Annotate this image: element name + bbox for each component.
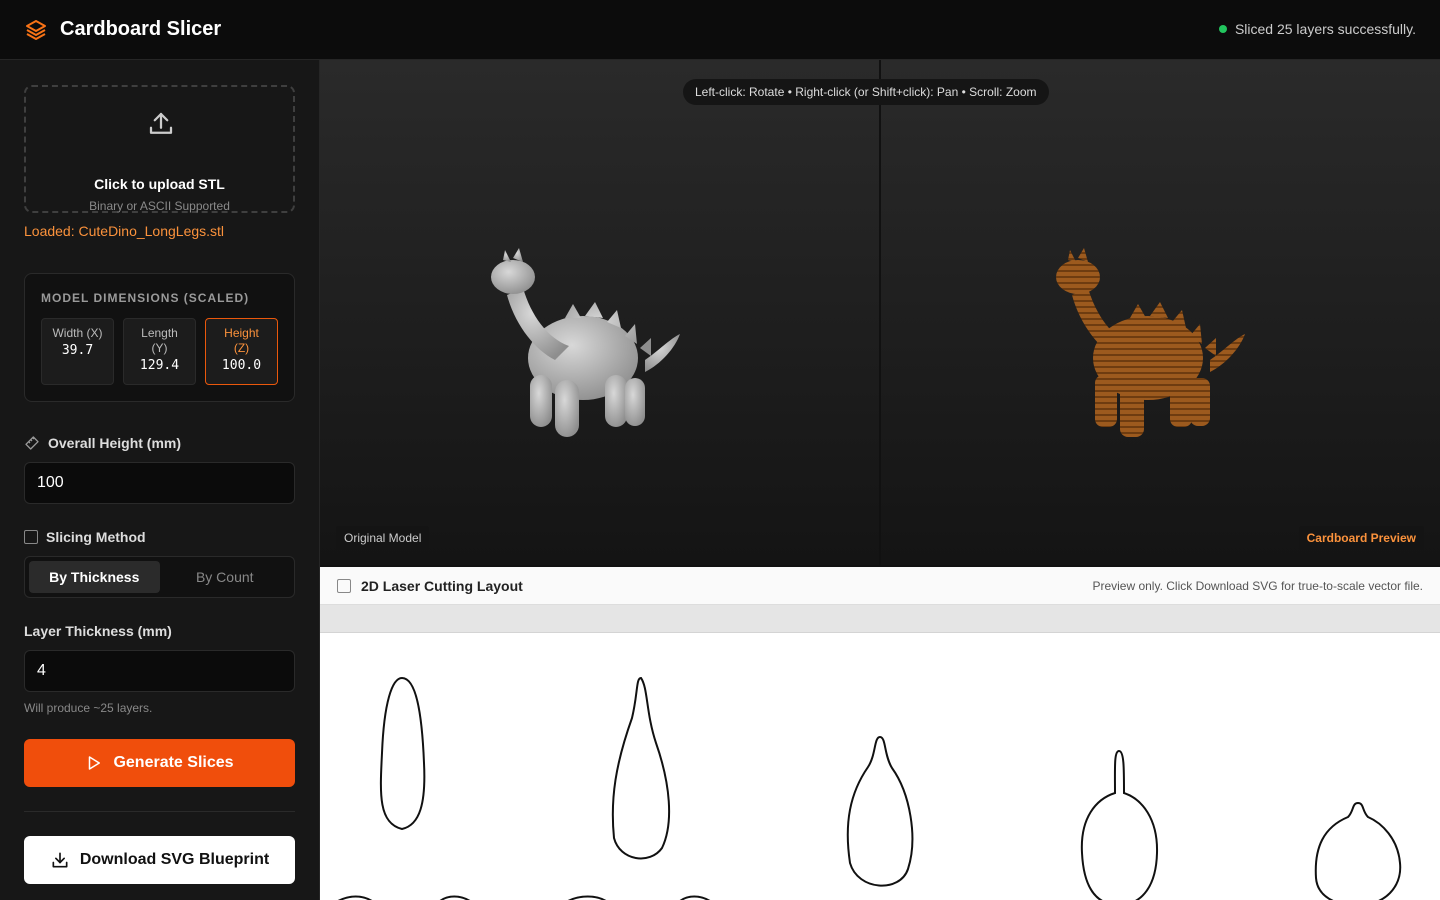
layout-header: 2D Laser Cutting Layout Preview only. Cl… — [320, 567, 1440, 605]
layout-toolbar-strip — [320, 605, 1440, 633]
slice-outline — [846, 735, 914, 887]
view-divider — [879, 60, 881, 565]
by-thickness-button[interactable]: By Thickness — [29, 561, 160, 593]
dimension-label: Width (X) — [52, 326, 103, 340]
upload-icon — [146, 109, 176, 144]
dimension-value: 100.0 — [221, 358, 262, 373]
model-dimensions-panel: MODEL DIMENSIONS (SCALED) Width (X) 39.7… — [24, 273, 295, 402]
status-dot-icon — [1218, 25, 1227, 33]
layer-count-hint: Will produce ~25 layers. — [24, 701, 153, 715]
upload-subtitle: Binary or ASCII Supported — [89, 199, 230, 213]
slice-outline — [379, 676, 426, 831]
original-model-tag: Original Model — [336, 526, 430, 550]
upload-title: Click to upload STL — [94, 176, 225, 192]
upload-dropzone[interactable]: Click to upload STL Binary or ASCII Supp… — [24, 85, 295, 213]
controls-help: Left-click: Rotate • Right-click (or Shi… — [683, 79, 1049, 105]
dimension-width: Width (X) 39.7 — [41, 318, 114, 385]
overall-height-label: Overall Height (mm) — [24, 435, 181, 451]
top-bar: Cardboard Slicer Sliced 25 layers succes… — [0, 0, 1440, 60]
slice-outline — [1080, 749, 1159, 900]
layout-title: 2D Laser Cutting Layout — [361, 577, 523, 594]
cardboard-preview-dino — [1056, 248, 1245, 437]
play-icon — [85, 754, 103, 772]
checkbox-icon — [24, 530, 38, 544]
generate-slices-button[interactable]: Generate Slices — [24, 739, 295, 787]
checkbox-icon[interactable] — [337, 578, 351, 593]
ruler-icon — [24, 435, 40, 451]
overall-height-label-text: Overall Height (mm) — [48, 435, 182, 451]
dimension-label: Height (Z) — [224, 326, 259, 355]
dimension-length: Length (Y) 129.4 — [123, 318, 196, 385]
slice-outline — [1314, 801, 1402, 900]
generate-slices-label: Generate Slices — [113, 754, 234, 771]
slice-outline — [611, 676, 671, 860]
sidebar: Click to upload STL Binary or ASCII Supp… — [0, 60, 320, 900]
slice-outline — [337, 895, 711, 900]
original-model-dino — [491, 248, 680, 437]
download-svg-button[interactable]: Download SVG Blueprint — [24, 836, 295, 884]
slice-outlines — [337, 676, 1402, 900]
divider — [24, 811, 295, 812]
by-count-button[interactable]: By Count — [160, 561, 291, 593]
loaded-file: Loaded: CuteDino_LongLegs.stl — [24, 223, 225, 239]
dimension-value: 39.7 — [61, 343, 94, 358]
overall-height-input[interactable]: 100 — [24, 462, 295, 504]
layout-note: Preview only. Click Download SVG for tru… — [1092, 578, 1423, 593]
dimensions-title: MODEL DIMENSIONS (SCALED) — [41, 291, 250, 305]
download-svg-label: Download SVG Blueprint — [79, 851, 270, 868]
status-text: Sliced 25 layers successfully. — [1234, 21, 1416, 37]
slicing-method-label-text: Slicing Method — [46, 529, 146, 545]
dimension-label: Length (Y) — [141, 326, 178, 355]
dimension-value: 129.4 — [139, 358, 180, 373]
3d-viewer[interactable]: Left-click: Rotate • Right-click (or Shi… — [320, 60, 1440, 565]
layer-thickness-input[interactable]: 4 — [24, 650, 295, 692]
app-title: Cardboard Slicer — [60, 18, 222, 40]
layer-thickness-label: Layer Thickness (mm) — [24, 623, 172, 639]
download-icon — [50, 850, 70, 870]
layers-icon — [24, 17, 50, 43]
status-message: Sliced 25 layers successfully. — [1218, 21, 1416, 37]
slicing-method-label: Slicing Method — [24, 529, 146, 545]
slicing-method-toggle: By Thickness By Count — [24, 556, 295, 598]
dimension-height: Height (Z) 100.0 — [205, 318, 278, 385]
cardboard-preview-tag: Cardboard Preview — [1298, 526, 1424, 550]
laser-cutting-canvas[interactable] — [320, 633, 1440, 900]
